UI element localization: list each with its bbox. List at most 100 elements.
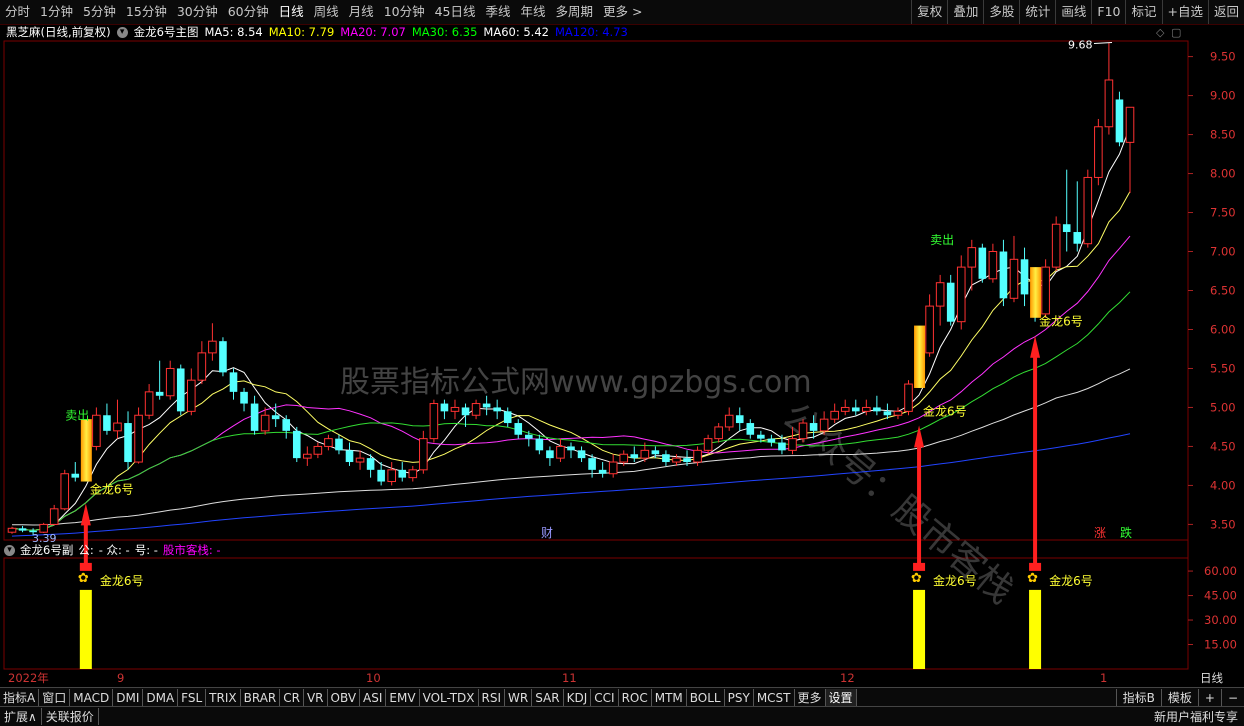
- candle-down: [598, 469, 607, 474]
- candle-down: [630, 454, 639, 459]
- indicator-tab[interactable]: 更多: [795, 688, 826, 707]
- date-label: 10: [366, 671, 381, 685]
- candle-down: [662, 454, 670, 463]
- candle-down: [1020, 259, 1029, 295]
- indicator-tab[interactable]: WR: [505, 688, 533, 707]
- candle-down: [588, 458, 596, 470]
- new-user-promo-link[interactable]: 新用户福利专享: [1148, 708, 1244, 725]
- candle-down: [1073, 232, 1082, 244]
- related-quote-button[interactable]: 关联报价: [42, 708, 99, 725]
- indicator-tab[interactable]: CCI: [591, 688, 619, 707]
- candle-down: [219, 341, 227, 373]
- sub-value: 号: -: [134, 543, 158, 557]
- sub-collapse-icon[interactable]: ▾: [4, 544, 15, 556]
- date-label: 11: [562, 671, 577, 685]
- indicator-tab[interactable]: VR: [304, 688, 328, 707]
- butterfly-icon: ✿: [78, 571, 89, 586]
- candle-up: [144, 391, 154, 416]
- sub-indicator-name[interactable]: 金龙6号副: [20, 542, 73, 558]
- candle-up: [672, 457, 681, 463]
- candle-down: [229, 372, 238, 392]
- candle-down: [577, 450, 586, 459]
- indicator-tab[interactable]: 设置: [825, 688, 857, 707]
- indicator-tab[interactable]: 指标A: [0, 688, 40, 707]
- price-tick-label: 8.50: [1210, 128, 1236, 142]
- candle-up: [819, 418, 829, 432]
- candle-up: [556, 445, 565, 459]
- candle-up: [904, 383, 913, 412]
- candle-up: [925, 305, 934, 354]
- candle-down: [482, 403, 491, 408]
- window-icon[interactable]: ▢: [1171, 26, 1181, 39]
- candle-up: [113, 422, 122, 432]
- golden-dragon-bar: [1030, 267, 1042, 318]
- candle-down: [461, 407, 470, 416]
- candle-up: [724, 414, 734, 428]
- indicator-tab[interactable]: OBV: [328, 688, 361, 707]
- indicator-tab[interactable]: EMV: [386, 688, 420, 707]
- candle-up: [798, 422, 808, 440]
- candle-up: [840, 406, 850, 412]
- candle-down: [103, 415, 111, 431]
- price-tick-label: 4.50: [1210, 439, 1236, 453]
- indicator-tab[interactable]: CR: [280, 688, 304, 707]
- tab-control[interactable]: 指标B: [1115, 688, 1161, 707]
- indicator-tab[interactable]: BOLL: [687, 688, 725, 707]
- candle-up: [935, 282, 945, 307]
- price-tick-label: 9.00: [1210, 89, 1236, 103]
- candle-down: [809, 423, 818, 431]
- indicator-tab[interactable]: MTM: [652, 688, 687, 707]
- finance-tag: 财: [541, 526, 553, 540]
- indicator-tab-list: 指标A 窗口 MACD DMI DMA FSL TRIX BRAR CR VR OBV ASI EMV V…: [0, 688, 857, 707]
- indicator-tabs: 指标A 窗口 MACD DMI DMA FSL TRIX BRAR CR VR OBV ASI EMV V…: [0, 687, 1244, 707]
- price-tick-label: 6.50: [1210, 284, 1236, 298]
- indicator-tab[interactable]: TRIX: [206, 688, 241, 707]
- candle-up: [640, 449, 650, 459]
- candle-up: [862, 406, 871, 412]
- candle-down: [999, 251, 1008, 299]
- sub-signal-bar: [913, 589, 926, 669]
- sub-signal-bar: [1029, 589, 1042, 669]
- candle-down: [440, 403, 449, 412]
- indicator-tab[interactable]: SAR: [532, 688, 564, 707]
- candle-up: [450, 406, 460, 412]
- tab-control[interactable]: +: [1197, 688, 1221, 707]
- price-tick-label: 6.00: [1210, 322, 1236, 336]
- ma-lines: [11, 126, 1131, 537]
- indicator-tab[interactable]: ROC: [619, 688, 652, 707]
- candle-down: [282, 419, 291, 431]
- candle-up: [429, 403, 439, 440]
- indicator-tab[interactable]: BRAR: [241, 688, 281, 707]
- tab-control[interactable]: 模板: [1160, 688, 1198, 707]
- price-tick-label: 8.00: [1210, 167, 1236, 181]
- sub-value: 股市客栈: -: [162, 543, 221, 557]
- kline-chart[interactable]: 股票指标公式网www.gpzbgs.com公众号：股市客栈 金龙6号金龙6号金龙…: [0, 0, 1244, 725]
- golden-dragon-bar: [80, 419, 92, 482]
- indicator-tab[interactable]: ASI: [360, 688, 387, 707]
- candle-up: [187, 379, 196, 412]
- indicator-tab[interactable]: KDJ: [564, 688, 592, 707]
- indicator-tab[interactable]: FSL: [178, 688, 207, 707]
- candle-down: [946, 282, 955, 322]
- candle-up: [893, 410, 903, 416]
- diamond-icon[interactable]: ◇: [1156, 26, 1165, 39]
- indicator-tab[interactable]: MCST: [754, 688, 795, 707]
- candle-down: [546, 450, 554, 459]
- expand-button[interactable]: 扩展∧: [0, 708, 42, 725]
- candle-up: [303, 453, 312, 459]
- indicator-tab[interactable]: DMA: [143, 688, 179, 707]
- candle-down: [18, 528, 27, 531]
- candle-up: [1125, 106, 1135, 143]
- candle-down: [851, 407, 860, 412]
- indicator-tab[interactable]: 窗口: [39, 688, 71, 707]
- tab-control[interactable]: −: [1220, 688, 1244, 707]
- indicator-tab[interactable]: RSI: [479, 688, 506, 707]
- indicator-tab[interactable]: DMI: [113, 688, 144, 707]
- indicator-tab[interactable]: MACD: [70, 688, 114, 707]
- candle-down: [525, 434, 533, 439]
- indicator-tab[interactable]: PSY: [725, 688, 754, 707]
- candle-down: [735, 415, 744, 424]
- sub-tick-label: 30.00: [1204, 613, 1237, 627]
- candle-up: [1051, 223, 1061, 268]
- indicator-tab[interactable]: VOL-TDX: [420, 688, 479, 707]
